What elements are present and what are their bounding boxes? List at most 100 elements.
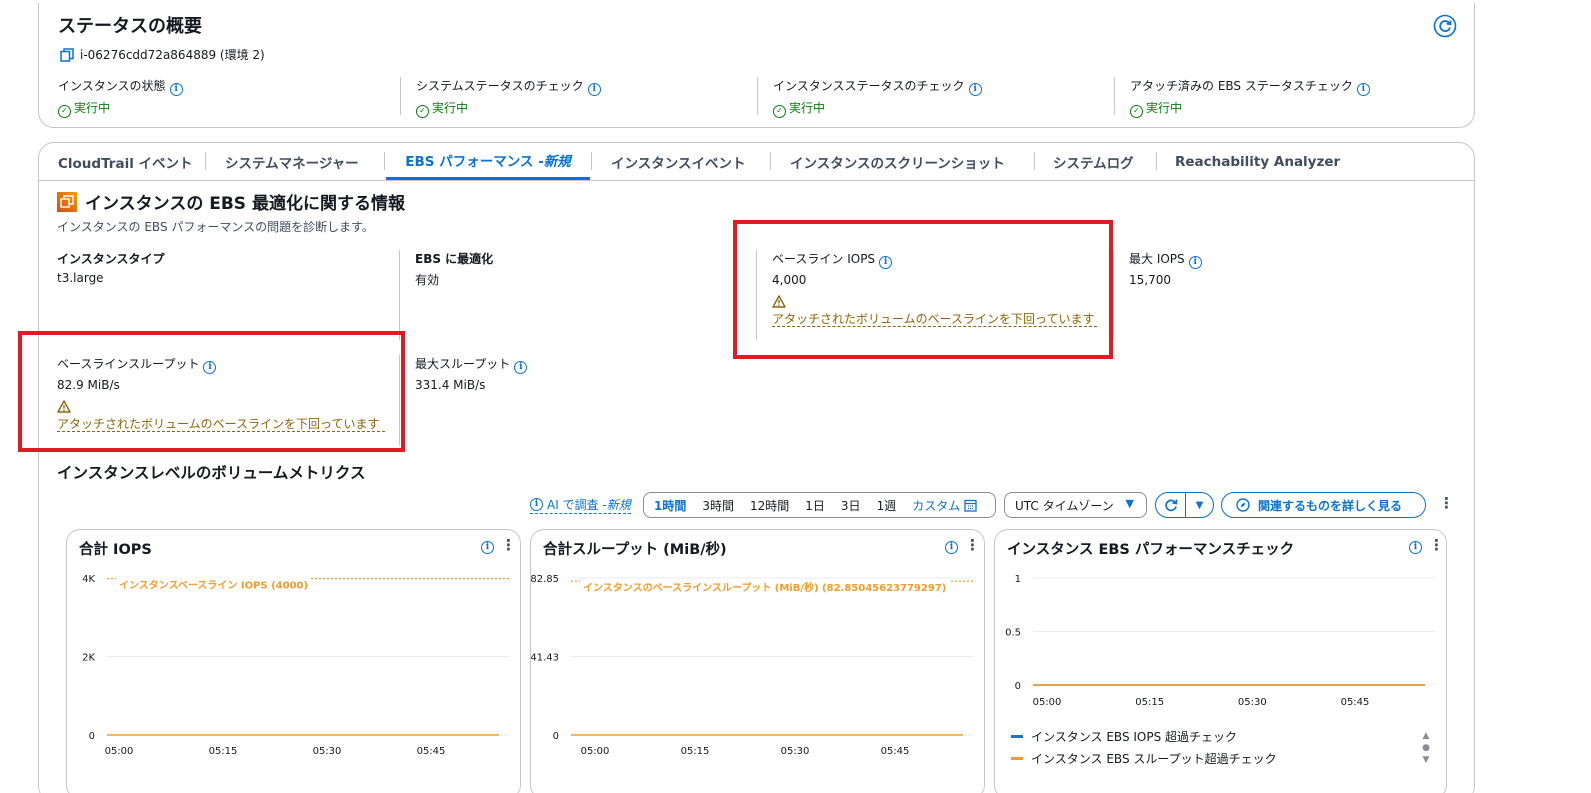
timezone-select[interactable]: UTC タイムゾーン ▼ — [1004, 492, 1147, 518]
x-tick-label: 05:45 — [417, 746, 446, 757]
x-tick-label: 05:30 — [1238, 697, 1267, 708]
status-overview-card: ステータスの概要 i-06276cdd72a864889 (環境 2) インスタ… — [38, 3, 1475, 128]
ai-investigate-link[interactable]: i AI で調査 - 新規 — [530, 496, 631, 514]
tab-bar: CloudTrail イベント システムマネージャー EBS パフォーマンス -… — [39, 143, 1474, 181]
divider — [1113, 250, 1114, 340]
tab-system-log[interactable]: システムログ — [1053, 143, 1134, 180]
tab-divider — [1156, 152, 1157, 170]
status-label: アタッチ済みの EBS ステータスチェック — [1130, 79, 1353, 93]
legend-scroll[interactable]: ▲ ● ▼ — [1420, 730, 1432, 766]
tab-instance-screenshot[interactable]: インスタンスのスクリーンショット — [790, 143, 1005, 180]
status-value: 実行中 — [74, 101, 111, 115]
x-tick-label: 05:45 — [1341, 697, 1370, 708]
field-value: 331.4 MiB/s — [415, 378, 486, 392]
tab-instance-events[interactable]: インスタンスイベント — [611, 143, 745, 180]
status-item-ebs-check: アタッチ済みの EBS ステータスチェック i ✓ 実行中 — [1130, 77, 1370, 118]
metrics-title: インスタンスレベルのボリュームメトリクス — [57, 464, 366, 482]
field-label: 最大 IOPS — [1129, 252, 1185, 266]
success-icon: ✓ — [1130, 104, 1143, 118]
legend-item[interactable]: インスタンス EBS IOPS 超過チェック — [1011, 728, 1237, 745]
range-1h[interactable]: 1時間 — [646, 493, 694, 517]
x-tick-label: 05:30 — [313, 746, 342, 757]
legend-item[interactable]: インスタンス EBS スループット超過チェック — [1011, 750, 1277, 767]
copy-icon[interactable] — [60, 47, 74, 62]
instance-id-row: i-06276cdd72a864889 (環境 2) — [60, 46, 265, 63]
compass-icon — [1236, 498, 1250, 512]
info-icon[interactable]: i — [514, 361, 528, 374]
info-icon[interactable]: i — [968, 83, 982, 96]
field-label: インスタンスタイプ — [57, 252, 165, 266]
refresh-button[interactable] — [1156, 493, 1186, 517]
field-label: 最大スループット — [415, 357, 511, 371]
tab-systems-manager[interactable]: システムマネージャー — [225, 143, 359, 180]
refresh-icon — [1164, 499, 1177, 512]
tab-cloudtrail[interactable]: CloudTrail イベント — [58, 143, 193, 180]
caret-down-icon: ▼ — [1195, 499, 1204, 511]
legend-swatch — [1011, 757, 1023, 760]
x-tick-label: 05:15 — [1135, 697, 1164, 708]
tab-divider — [1034, 152, 1035, 170]
divider — [757, 77, 758, 115]
divider — [399, 250, 400, 340]
status-value: 実行中 — [1146, 101, 1183, 115]
tab-reachability-analyzer[interactable]: Reachability Analyzer — [1175, 143, 1340, 180]
info-icon[interactable]: i — [169, 83, 183, 96]
y-tick-label: 82.85 — [531, 574, 559, 585]
tab-divider — [205, 152, 206, 170]
x-tick-label: 05:30 — [781, 746, 810, 757]
range-1d[interactable]: 1日 — [797, 493, 833, 517]
caret-down-icon: ▼ — [1125, 497, 1134, 510]
success-icon: ✓ — [416, 104, 429, 118]
ai-label: AI で調査 - — [547, 498, 607, 512]
chart-ebs-performance-check: インスタンス EBS パフォーマンスチェック i ⋮ 1 0.5 0 05:00 05:… — [994, 529, 1447, 793]
legend-label: インスタンス EBS IOPS 超過チェック — [1031, 730, 1238, 744]
tab-divider — [770, 152, 771, 170]
status-value: 実行中 — [432, 101, 469, 115]
refresh-button[interactable] — [1433, 14, 1457, 38]
status-item-system-check: システムステータスのチェック i ✓ 実行中 — [416, 77, 601, 118]
explore-related-button[interactable]: 関連するものを詳しく見る — [1221, 492, 1426, 518]
highlight-box — [18, 331, 405, 452]
info-icon[interactable]: i — [1356, 83, 1370, 96]
instance-type-field: インスタンスタイプ t3.large — [57, 250, 165, 285]
y-tick-label: 1 — [1015, 574, 1021, 585]
max-throughput-field: 最大スループット i 331.4 MiB/s — [415, 355, 528, 392]
status-value: 実行中 — [789, 101, 826, 115]
tab-ebs-performance[interactable]: EBS パフォーマンス - 新規 — [386, 143, 590, 180]
ebs-section-subtitle: インスタンスの EBS パフォーマンスの問題を診断します。 — [57, 220, 374, 234]
calendar-icon[interactable] — [964, 499, 977, 512]
ebs-section-title: インスタンスの EBS 最適化に関する情報 — [85, 194, 405, 214]
ebs-section-header: インスタンスの EBS 最適化に関する情報 — [57, 189, 405, 214]
field-label: EBS に最適化 — [415, 252, 494, 266]
x-tick-label: 05:00 — [105, 746, 134, 757]
info-icon[interactable]: i — [1188, 256, 1202, 269]
success-icon: ✓ — [773, 104, 786, 118]
info-icon[interactable]: i — [587, 83, 601, 96]
ebs-icon — [57, 191, 77, 212]
y-tick-label: 2K — [82, 653, 95, 664]
refresh-options-button[interactable]: ▼ — [1186, 493, 1213, 517]
y-tick-label: 0 — [553, 731, 559, 742]
time-range-selector: 1時間 3時間 12時間 1日 3日 1週 カスタム — [643, 492, 996, 518]
range-12h[interactable]: 12時間 — [742, 493, 797, 517]
x-tick-label: 05:15 — [209, 746, 238, 757]
divider — [1114, 77, 1115, 115]
refresh-split-button: ▼ — [1155, 492, 1214, 518]
status-title: ステータスの概要 — [58, 16, 202, 37]
baseline-label: インスタンスのベースラインスループット (MiB/秒) (82.85045623… — [583, 581, 946, 594]
x-tick-label: 05:15 — [681, 746, 710, 757]
field-value: 有効 — [415, 273, 440, 287]
more-options-icon[interactable]: ⋮ — [1439, 494, 1454, 512]
range-custom[interactable]: カスタム — [904, 493, 964, 517]
range-1w[interactable]: 1週 — [869, 493, 905, 517]
y-tick-label: 0 — [1015, 681, 1021, 692]
range-3h[interactable]: 3時間 — [694, 493, 742, 517]
timezone-value: UTC タイムゾーン — [1015, 498, 1114, 513]
legend-swatch — [1011, 735, 1023, 738]
status-label: インスタンスステータスのチェック — [773, 79, 965, 93]
status-label: インスタンスの状態 — [58, 79, 166, 93]
range-3d[interactable]: 3日 — [833, 493, 869, 517]
y-tick-label: 41.43 — [531, 653, 559, 664]
status-item-instance-check: インスタンスステータスのチェック i ✓ 実行中 — [773, 77, 982, 118]
max-iops-field: 最大 IOPS i 15,700 — [1129, 250, 1202, 287]
